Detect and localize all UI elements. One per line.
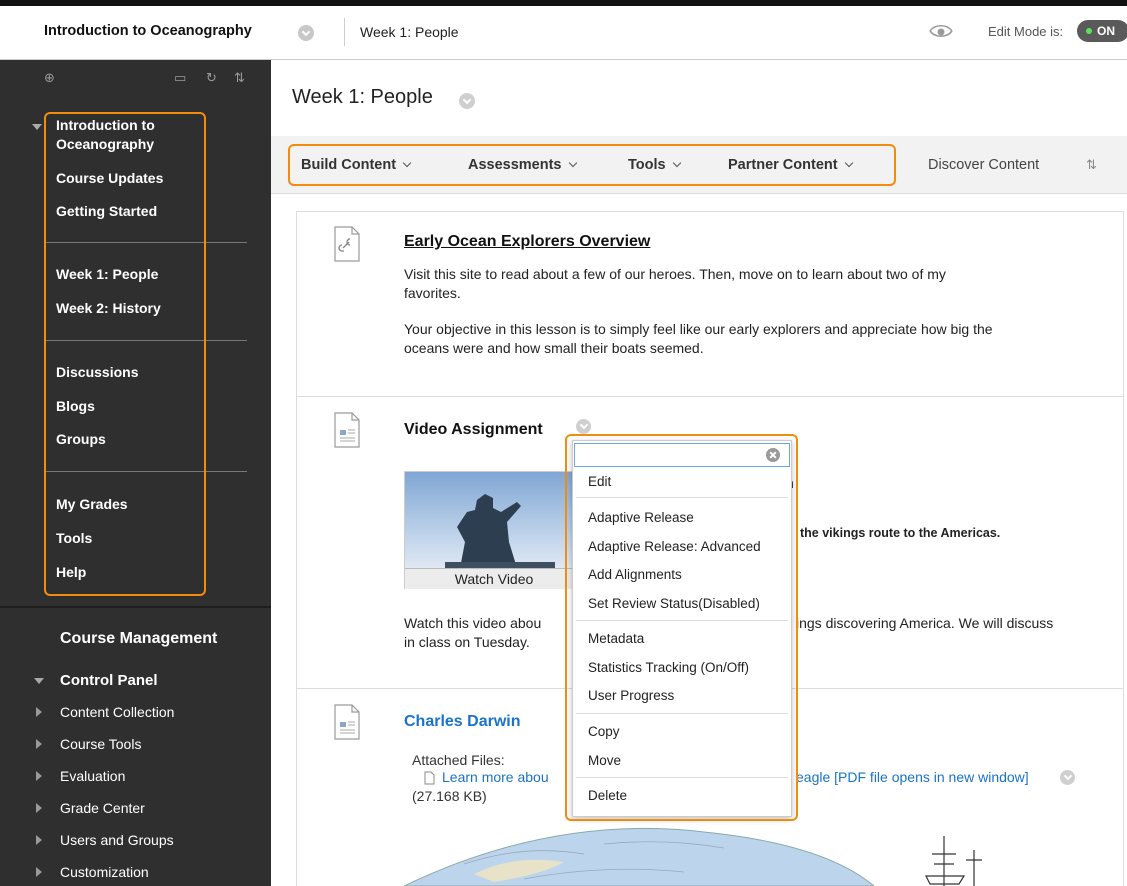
control-panel-item-label: Customization [60,864,149,880]
control-panel-item-customization[interactable]: Customization [36,864,149,880]
menu-divider [576,497,788,498]
course-title[interactable]: Introduction to Oceanography [44,23,252,39]
clear-search-icon[interactable] [766,448,780,462]
menu-divider [576,713,788,714]
statue-image [405,472,583,568]
item-description-line: Watch this video abou [404,615,542,631]
collapse-triangle-icon[interactable] [32,124,42,130]
attached-files-label: Attached Files: [412,752,505,768]
control-panel-item-course-tools[interactable]: Course Tools [36,736,142,752]
video-caption-bold: the vikings route to the Americas. [800,526,1001,540]
context-menu-search-input[interactable] [574,443,790,467]
expand-arrow-icon [36,803,42,813]
menu-item-edit[interactable]: Edit [588,474,611,489]
control-panel-item-users-and-groups[interactable]: Users and Groups [36,832,174,848]
menu-item-metadata[interactable]: Metadata [588,631,644,646]
student-preview-eye-icon[interactable] [928,21,954,41]
attached-file-link-continued[interactable]: eagle [PDF file opens in new window] [796,769,1029,785]
edit-mode-label: Edit Mode is: [988,24,1064,39]
menu-item-adaptive-release[interactable]: Adaptive Release [588,510,694,525]
item-description-line: ings discovering America. We will discus… [796,615,1054,631]
reorder-icon[interactable]: ⇅ [1086,157,1097,173]
item-options-chevron-icon[interactable] [576,419,591,434]
globe-map-icon [404,827,982,886]
breadcrumb[interactable]: Week 1: People [360,24,459,40]
course-menu-highlight [44,112,206,596]
menu-item-add-alignments[interactable]: Add Alignments [588,567,682,582]
menu-item-user-progress[interactable]: User Progress [588,688,674,703]
item-description-line: in class on Tuesday. [404,634,530,650]
page-title-options-chevron-icon[interactable] [459,93,475,109]
item-title-early-ocean-explorers[interactable]: Early Ocean Explorers Overview [404,233,650,251]
control-panel-title[interactable]: Control Panel [60,672,158,689]
menu-divider [576,620,788,621]
course-management-title: Course Management [60,630,218,647]
menu-divider [576,777,788,778]
control-panel-item-label: Course Tools [60,736,142,752]
file-size: (27.168 KB) [412,788,487,804]
control-panel-item-evaluation[interactable]: Evaluation [36,768,126,784]
item-title-video-assignment[interactable]: Video Assignment [404,421,543,439]
refresh-icon[interactable]: ↻ [206,70,217,86]
item-divider [297,396,1123,397]
menu-item-copy[interactable]: Copy [588,724,620,739]
top-bar: Introduction to Oceanography Week 1: Peo… [0,0,1127,60]
control-panel-item-label: Grade Center [60,800,145,816]
file-options-chevron-icon[interactable] [1060,770,1075,785]
expand-arrow-icon [36,771,42,781]
course-management-separator [0,606,271,608]
expand-arrow-icon [36,707,42,717]
action-bar-highlight [288,144,896,186]
toggle-status-dot-icon [1086,28,1092,34]
control-panel-item-label: Users and Groups [60,832,174,848]
expand-arrow-icon [36,835,42,845]
item-description-line: Visit this site to read about a few of o… [404,266,946,282]
document-icon [334,704,360,740]
add-menu-item-icon[interactable]: ⊕ [44,70,55,86]
web-link-icon [334,226,360,262]
course-menu-chevron-icon[interactable] [298,25,314,41]
edit-mode-toggle[interactable]: ON [1077,20,1127,42]
voyage-map-image [404,824,1004,886]
page-title: Week 1: People [292,86,433,108]
video-thumbnail[interactable]: Watch Video [404,471,584,589]
header-divider [344,18,345,46]
control-panel-item-label: Content Collection [60,704,175,720]
control-panel-item-label: Evaluation [60,768,126,784]
expand-arrow-icon [36,739,42,749]
menu-item-delete[interactable]: Delete [588,788,627,803]
menu-item-adaptive-release-advanced[interactable]: Adaptive Release: Advanced [588,539,761,554]
item-title-charles-darwin[interactable]: Charles Darwin [404,713,520,731]
reorder-icon[interactable]: ⇅ [234,70,245,86]
attached-file-link[interactable]: Learn more abou [442,769,549,785]
menu-item-statistics-tracking[interactable]: Statistics Tracking (On/Off) [588,660,749,675]
control-panel-collapse-icon[interactable] [34,678,44,684]
document-icon [334,412,360,448]
item-description-line: Your objective in this lesson is to simp… [404,321,993,337]
file-icon [424,771,435,785]
menu-item-move[interactable]: Move [588,753,621,768]
expand-arrow-icon [36,867,42,877]
discover-content-button[interactable]: Discover Content [928,157,1039,173]
edit-mode-state: ON [1097,24,1115,38]
item-description-line: favorites. [404,285,461,301]
menu-item-set-review-status[interactable]: Set Review Status(Disabled) [588,596,760,611]
item-description-line: oceans were and how small their boats se… [404,340,704,356]
sidebar-toolbar: ⊕ ▭ ↻ ⇅ [0,70,271,90]
statue-silhouette-icon [445,494,555,568]
control-panel-item-content-collection[interactable]: Content Collection [36,704,175,720]
folder-view-icon[interactable]: ▭ [174,70,186,86]
watch-video-button[interactable]: Watch Video [405,568,583,589]
control-panel-item-grade-center[interactable]: Grade Center [36,800,145,816]
